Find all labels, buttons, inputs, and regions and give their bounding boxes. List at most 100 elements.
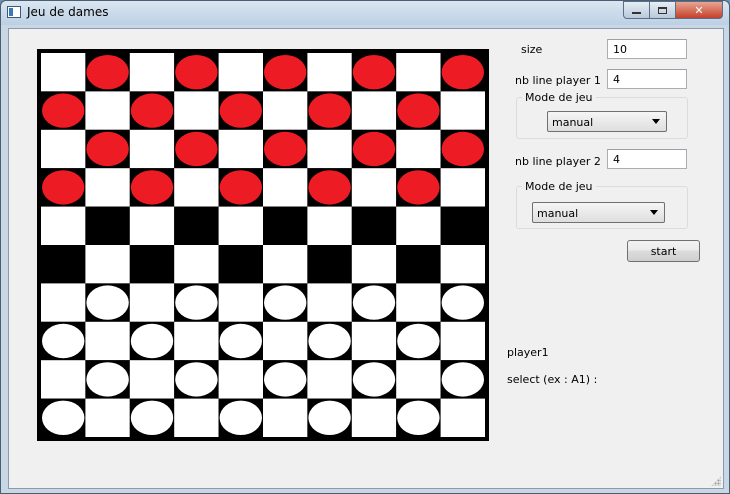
maximize-button[interactable] xyxy=(649,1,676,19)
board-square[interactable] xyxy=(351,206,397,245)
white-piece[interactable] xyxy=(219,400,262,435)
board-square[interactable] xyxy=(307,283,352,322)
board-square[interactable] xyxy=(85,245,130,284)
board-square[interactable] xyxy=(440,206,485,245)
board-square[interactable] xyxy=(263,245,308,284)
board-square[interactable] xyxy=(129,283,175,322)
board-square[interactable] xyxy=(218,129,263,169)
board-square[interactable] xyxy=(440,321,485,361)
board-square[interactable] xyxy=(396,129,441,169)
white-piece[interactable] xyxy=(441,362,484,397)
red-piece[interactable] xyxy=(219,170,262,205)
board-square[interactable] xyxy=(307,53,352,92)
board-canvas[interactable] xyxy=(37,49,489,441)
board-square[interactable] xyxy=(174,321,219,361)
board-square[interactable] xyxy=(351,91,397,130)
board-square[interactable] xyxy=(41,129,86,169)
white-piece[interactable] xyxy=(352,285,396,320)
red-piece[interactable] xyxy=(308,170,351,205)
board-square[interactable] xyxy=(85,206,130,245)
red-piece[interactable] xyxy=(397,170,440,205)
red-piece[interactable] xyxy=(42,170,85,205)
start-button[interactable]: start xyxy=(627,240,700,262)
red-piece[interactable] xyxy=(86,131,129,167)
board-square[interactable] xyxy=(129,245,175,284)
white-piece[interactable] xyxy=(86,362,129,397)
white-piece[interactable] xyxy=(42,400,85,435)
board-square[interactable] xyxy=(351,321,397,361)
close-button[interactable]: ✕ xyxy=(675,1,723,19)
board-square[interactable] xyxy=(440,398,485,437)
board-square[interactable] xyxy=(174,91,219,130)
board-square[interactable] xyxy=(307,129,352,169)
board-square[interactable] xyxy=(41,360,86,399)
board-square[interactable] xyxy=(218,360,263,399)
player1-mode-select[interactable]: manual xyxy=(547,111,667,132)
board-square[interactable] xyxy=(85,321,130,361)
red-piece[interactable] xyxy=(175,131,218,167)
player2-mode-select[interactable]: manual xyxy=(532,202,665,223)
white-piece[interactable] xyxy=(42,323,85,359)
red-piece[interactable] xyxy=(264,55,307,90)
board-square[interactable] xyxy=(307,206,352,245)
board-square[interactable] xyxy=(263,398,308,437)
white-piece[interactable] xyxy=(130,400,174,435)
board-square[interactable] xyxy=(41,206,86,245)
board-square[interactable] xyxy=(129,129,175,169)
white-piece[interactable] xyxy=(397,400,440,435)
red-piece[interactable] xyxy=(352,131,396,167)
size-field[interactable]: 10 xyxy=(607,39,687,59)
white-piece[interactable] xyxy=(441,285,484,320)
red-piece[interactable] xyxy=(175,55,218,90)
red-piece[interactable] xyxy=(308,93,351,128)
white-piece[interactable] xyxy=(175,362,218,397)
white-piece[interactable] xyxy=(86,285,129,320)
board-square[interactable] xyxy=(440,91,485,130)
white-piece[interactable] xyxy=(397,323,440,359)
board-square[interactable] xyxy=(396,53,441,92)
player2-lines-field[interactable]: 4 xyxy=(607,149,687,169)
red-piece[interactable] xyxy=(130,93,174,128)
board-square[interactable] xyxy=(218,206,263,245)
resize-grip[interactable] xyxy=(711,476,721,486)
board-square[interactable] xyxy=(307,360,352,399)
white-piece[interactable] xyxy=(264,285,307,320)
white-piece[interactable] xyxy=(352,362,396,397)
minimize-button[interactable] xyxy=(623,1,650,19)
red-piece[interactable] xyxy=(219,93,262,128)
board-square[interactable] xyxy=(263,321,308,361)
board-square[interactable] xyxy=(440,168,485,207)
player1-lines-field[interactable]: 4 xyxy=(607,69,687,89)
board-square[interactable] xyxy=(263,91,308,130)
board-square[interactable] xyxy=(41,283,86,322)
board-square[interactable] xyxy=(174,398,219,437)
board-square[interactable] xyxy=(129,206,175,245)
board-square[interactable] xyxy=(218,245,263,284)
board-square[interactable] xyxy=(41,53,86,92)
white-piece[interactable] xyxy=(130,323,174,359)
red-piece[interactable] xyxy=(264,131,307,167)
board-square[interactable] xyxy=(396,360,441,399)
white-piece[interactable] xyxy=(219,323,262,359)
white-piece[interactable] xyxy=(308,323,351,359)
red-piece[interactable] xyxy=(86,55,129,90)
board-square[interactable] xyxy=(174,206,219,245)
red-piece[interactable] xyxy=(397,93,440,128)
board-square[interactable] xyxy=(440,245,485,284)
board-square[interactable] xyxy=(41,245,86,284)
red-piece[interactable] xyxy=(42,93,85,128)
board-square[interactable] xyxy=(351,398,397,437)
white-piece[interactable] xyxy=(175,285,218,320)
board-square[interactable] xyxy=(85,168,130,207)
board-square[interactable] xyxy=(263,206,308,245)
board-square[interactable] xyxy=(174,168,219,207)
red-piece[interactable] xyxy=(352,55,396,90)
board-square[interactable] xyxy=(351,168,397,207)
board-square[interactable] xyxy=(396,283,441,322)
board-square[interactable] xyxy=(129,360,175,399)
red-piece[interactable] xyxy=(441,131,484,167)
board-square[interactable] xyxy=(85,91,130,130)
board-square[interactable] xyxy=(396,206,441,245)
white-piece[interactable] xyxy=(264,362,307,397)
checkers-board[interactable] xyxy=(37,49,489,441)
